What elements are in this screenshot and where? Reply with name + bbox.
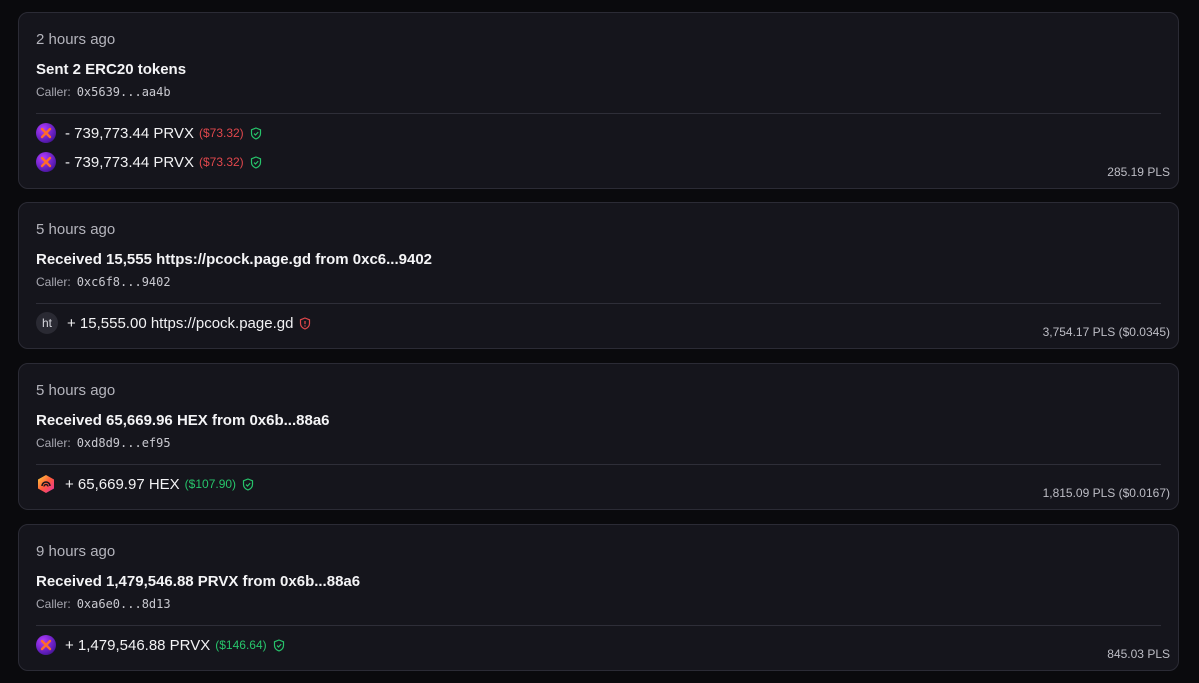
transaction-title[interactable]: Sent 2 ERC20 tokens bbox=[36, 61, 186, 78]
divider bbox=[36, 464, 1161, 465]
transaction-card[interactable]: 5 hours ago Received 65,669.96 HEX from … bbox=[18, 363, 1179, 510]
caller-row: Caller: 0xd8d9...ef95 bbox=[36, 436, 171, 450]
gas-fee: 845.03 PLS bbox=[1107, 647, 1170, 661]
caller-address[interactable]: 0xa6e0...8d13 bbox=[77, 597, 171, 611]
transaction-card[interactable]: 5 hours ago Received 15,555 https://pcoc… bbox=[18, 202, 1179, 349]
caller-label: Caller: bbox=[36, 597, 71, 611]
transaction-title[interactable]: Received 65,669.96 HEX from 0x6b...88a6 bbox=[36, 412, 330, 429]
divider bbox=[36, 625, 1161, 626]
token-transfer-row: - 739,773.44 PRVX ($73.32) bbox=[36, 151, 262, 173]
caller-address[interactable]: 0x5639...aa4b bbox=[77, 85, 171, 99]
hex-token-icon bbox=[36, 474, 56, 494]
caller-label: Caller: bbox=[36, 436, 71, 450]
divider bbox=[36, 303, 1161, 304]
transfer-amount: + 1,479,546.88 PRVX bbox=[65, 636, 211, 654]
transfer-usd-value: ($73.32) bbox=[198, 155, 244, 169]
transfer-usd-value: ($107.90) bbox=[184, 477, 237, 491]
ht-token-icon: ht bbox=[36, 312, 58, 334]
warning-shield-icon bbox=[299, 316, 311, 330]
transaction-card[interactable]: 2 hours ago Sent 2 ERC20 tokens Caller: 0… bbox=[18, 12, 1179, 189]
gas-fee: 1,815.09 PLS ($0.0167) bbox=[1042, 486, 1170, 500]
transaction-title[interactable]: Received 15,555 https://pcock.page.gd fr… bbox=[36, 251, 432, 268]
token-transfer-row: ht + 15,555.00 https://pcock.page.gd bbox=[36, 312, 311, 334]
transfer-amount: - 739,773.44 PRVX bbox=[65, 124, 194, 142]
caller-row: Caller: 0xc6f8...9402 bbox=[36, 275, 171, 289]
caller-row: Caller: 0x5639...aa4b bbox=[36, 85, 171, 99]
verified-shield-icon bbox=[250, 126, 262, 140]
prvx-token-icon bbox=[36, 635, 56, 655]
caller-address[interactable]: 0xd8d9...ef95 bbox=[77, 436, 171, 450]
verified-shield-icon bbox=[250, 155, 262, 169]
verified-shield-icon bbox=[273, 638, 285, 652]
transaction-time: 5 hours ago bbox=[36, 221, 116, 238]
transfer-amount: + 15,555.00 https://pcock.page.gd bbox=[67, 314, 294, 332]
transaction-title[interactable]: Received 1,479,546.88 PRVX from 0x6b...8… bbox=[36, 573, 360, 590]
transaction-time: 9 hours ago bbox=[36, 543, 116, 560]
transfer-amount: - 739,773.44 PRVX bbox=[65, 153, 194, 171]
prvx-token-icon bbox=[36, 152, 56, 172]
transaction-time: 5 hours ago bbox=[36, 382, 116, 399]
token-transfer-row: - 739,773.44 PRVX ($73.32) bbox=[36, 122, 262, 144]
transfer-amount: + 65,669.97 HEX bbox=[65, 475, 180, 493]
verified-shield-icon bbox=[242, 477, 254, 491]
token-transfer-row: + 65,669.97 HEX ($107.90) bbox=[36, 473, 254, 495]
gas-fee: 3,754.17 PLS ($0.0345) bbox=[1042, 325, 1170, 339]
transfer-usd-value: ($73.32) bbox=[198, 126, 244, 140]
gas-fee: 285.19 PLS bbox=[1107, 165, 1170, 179]
caller-label: Caller: bbox=[36, 85, 71, 99]
transaction-time: 2 hours ago bbox=[36, 31, 116, 48]
divider bbox=[36, 113, 1161, 114]
caller-address[interactable]: 0xc6f8...9402 bbox=[77, 275, 171, 289]
caller-label: Caller: bbox=[36, 275, 71, 289]
caller-row: Caller: 0xa6e0...8d13 bbox=[36, 597, 171, 611]
transaction-card[interactable]: 9 hours ago Received 1,479,546.88 PRVX f… bbox=[18, 524, 1179, 671]
transfer-usd-value: ($146.64) bbox=[215, 638, 267, 652]
token-transfer-row: + 1,479,546.88 PRVX ($146.64) bbox=[36, 634, 285, 656]
prvx-token-icon bbox=[36, 123, 56, 143]
